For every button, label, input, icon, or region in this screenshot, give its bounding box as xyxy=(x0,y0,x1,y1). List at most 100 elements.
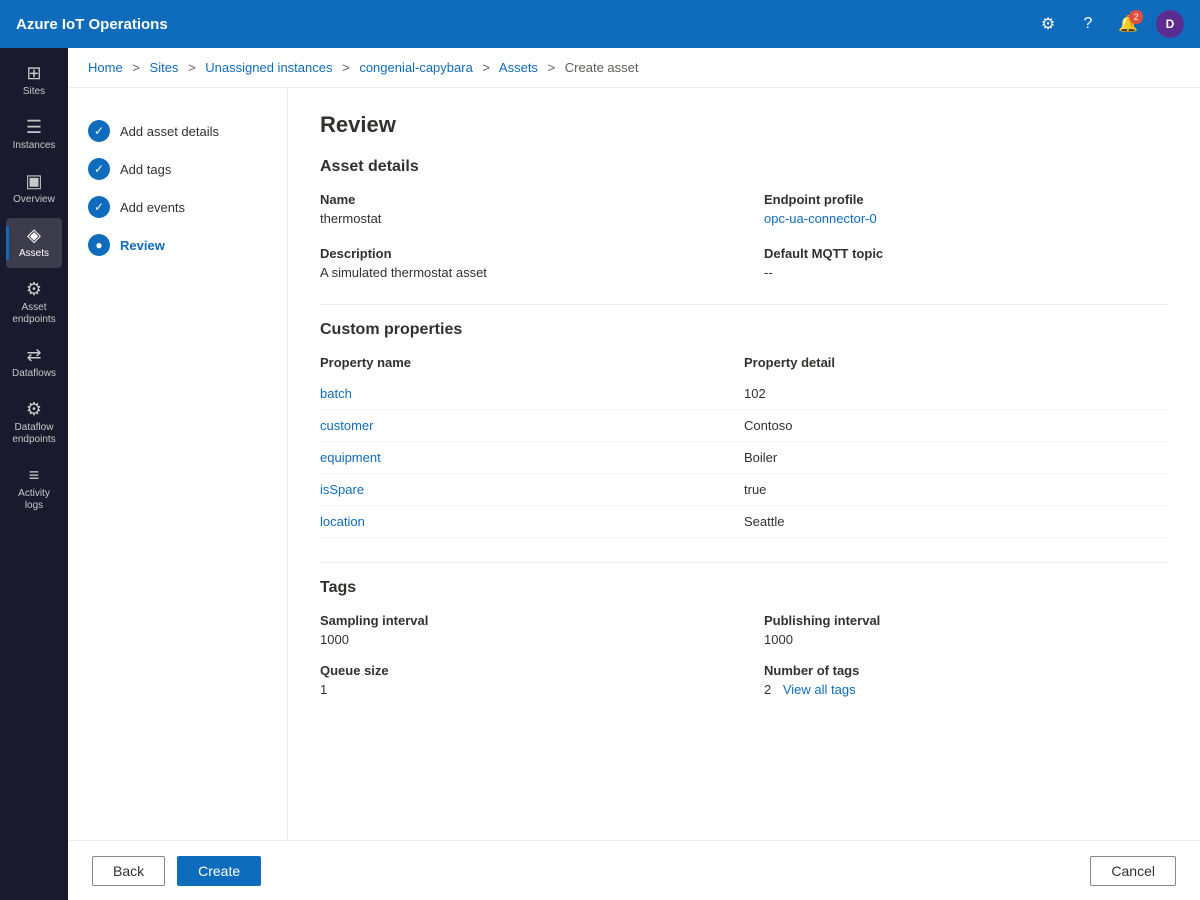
breadcrumb-congenial-capybara[interactable]: congenial-capybara xyxy=(359,60,472,75)
step-label-add-events: Add events xyxy=(120,200,185,215)
props-value-batch: 102 xyxy=(744,386,1168,401)
step-review[interactable]: ● Review xyxy=(88,226,267,264)
tag-publishing-interval-value: 1000 xyxy=(764,632,1168,647)
tag-sampling-interval-value: 1000 xyxy=(320,632,724,647)
tag-number-of-tags: Number of tags 2 View all tags xyxy=(764,663,1168,697)
breadcrumb: Home > Sites > Unassigned instances > co… xyxy=(68,48,1200,88)
tag-number-of-tags-value: 2 View all tags xyxy=(764,682,1168,697)
breadcrumb-assets[interactable]: Assets xyxy=(499,60,538,75)
help-icon[interactable]: ? xyxy=(1076,12,1100,36)
breadcrumb-unassigned-instances[interactable]: Unassigned instances xyxy=(205,60,332,75)
step-add-asset-details[interactable]: ✓ Add asset details xyxy=(88,112,267,150)
detail-name-value: thermostat xyxy=(320,211,724,226)
detail-endpoint-profile: Endpoint profile opc-ua-connector-0 xyxy=(764,192,1168,226)
back-button[interactable]: Back xyxy=(92,856,165,886)
props-key-location: location xyxy=(320,514,744,529)
tags-section-title: Tags xyxy=(320,579,1168,597)
step-label-add-tags: Add tags xyxy=(120,162,171,177)
detail-description-value: A simulated thermostat asset xyxy=(320,265,724,280)
topnav-icons: ⚙ ? 🔔 2 D xyxy=(1036,10,1184,38)
props-value-isspare: true xyxy=(744,482,1168,497)
asset-details-title: Asset details xyxy=(320,158,1168,176)
breadcrumb-current: Create asset xyxy=(565,60,639,75)
tag-queue-size-value: 1 xyxy=(320,682,724,697)
props-row-location: location Seattle xyxy=(320,506,1168,538)
detail-default-mqtt: Default MQTT topic -- xyxy=(764,246,1168,280)
props-row-customer: customer Contoso xyxy=(320,410,1168,442)
props-header-detail: Property detail xyxy=(744,355,1168,370)
sidebar-item-assets[interactable]: ◈ Assets xyxy=(6,218,62,268)
review-title: Review xyxy=(320,112,1168,138)
review-content: Review Asset details Name thermostat End… xyxy=(288,88,1200,840)
props-key-customer: customer xyxy=(320,418,744,433)
sites-icon: ⊞ xyxy=(26,64,41,82)
props-header-name: Property name xyxy=(320,355,744,370)
props-row-equipment: equipment Boiler xyxy=(320,442,1168,474)
step-label-review: Review xyxy=(120,238,165,253)
breadcrumb-sites[interactable]: Sites xyxy=(150,60,179,75)
step-add-events[interactable]: ✓ Add events xyxy=(88,188,267,226)
steps-panel: ✓ Add asset details ✓ Add tags ✓ Add eve… xyxy=(68,88,288,840)
detail-name: Name thermostat xyxy=(320,192,724,226)
detail-endpoint-profile-label: Endpoint profile xyxy=(764,192,1168,207)
notification-badge: 2 xyxy=(1129,10,1143,24)
detail-description-label: Description xyxy=(320,246,724,261)
step-icon-add-asset-details: ✓ xyxy=(88,120,110,142)
props-row-batch: batch 102 xyxy=(320,378,1168,410)
tag-queue-size: Queue size 1 xyxy=(320,663,724,697)
props-key-equipment: equipment xyxy=(320,450,744,465)
sidebar-label-overview: Overview xyxy=(13,194,55,206)
props-value-equipment: Boiler xyxy=(744,450,1168,465)
sidebar-item-sites[interactable]: ⊞ Sites xyxy=(6,56,62,106)
tags-grid: Sampling interval 1000 Publishing interv… xyxy=(320,613,1168,697)
custom-properties-section: Property name Property detail batch 102 … xyxy=(320,355,1168,538)
tag-sampling-interval-label: Sampling interval xyxy=(320,613,724,628)
detail-endpoint-profile-value: opc-ua-connector-0 xyxy=(764,211,1168,226)
overview-icon: ▣ xyxy=(25,172,42,190)
breadcrumb-home[interactable]: Home xyxy=(88,60,123,75)
tag-queue-size-label: Queue size xyxy=(320,663,724,678)
sidebar-item-dataflow-endpoints[interactable]: ⚙ Dataflow endpoints xyxy=(6,392,62,454)
footer: Back Create Cancel xyxy=(68,840,1200,900)
assets-icon: ◈ xyxy=(27,226,41,244)
divider-1 xyxy=(320,304,1168,305)
divider-2 xyxy=(320,562,1168,563)
detail-default-mqtt-value: -- xyxy=(764,265,1168,280)
sidebar-label-dataflows: Dataflows xyxy=(12,368,56,380)
detail-name-label: Name xyxy=(320,192,724,207)
props-value-customer: Contoso xyxy=(744,418,1168,433)
step-label-add-asset-details: Add asset details xyxy=(120,124,219,139)
sidebar-label-instances: Instances xyxy=(13,140,56,152)
notifications-icon[interactable]: 🔔 2 xyxy=(1116,12,1140,36)
props-header: Property name Property detail xyxy=(320,355,1168,370)
detail-description: Description A simulated thermostat asset xyxy=(320,246,724,280)
instances-icon: ☰ xyxy=(26,118,42,136)
sidebar-item-dataflows[interactable]: ⇄ Dataflows xyxy=(6,338,62,388)
sidebar-item-instances[interactable]: ☰ Instances xyxy=(6,110,62,160)
asset-details-grid: Name thermostat Endpoint profile opc-ua-… xyxy=(320,192,1168,280)
tag-sampling-interval: Sampling interval 1000 xyxy=(320,613,724,647)
page-body: ✓ Add asset details ✓ Add tags ✓ Add eve… xyxy=(68,88,1200,840)
top-navigation: Azure IoT Operations ⚙ ? 🔔 2 D xyxy=(0,0,1200,48)
asset-endpoints-icon: ⚙ xyxy=(26,280,42,298)
settings-icon[interactable]: ⚙ xyxy=(1036,12,1060,36)
dataflow-endpoints-icon: ⚙ xyxy=(26,400,42,418)
create-button[interactable]: Create xyxy=(177,856,261,886)
dataflows-icon: ⇄ xyxy=(26,346,41,364)
content-area: Home > Sites > Unassigned instances > co… xyxy=(68,48,1200,900)
cancel-button[interactable]: Cancel xyxy=(1090,856,1176,886)
view-all-tags-link[interactable]: View all tags xyxy=(783,682,856,697)
app-title: Azure IoT Operations xyxy=(16,16,1036,33)
sidebar-item-overview[interactable]: ▣ Overview xyxy=(6,164,62,214)
sidebar-item-activity-logs[interactable]: ≡ Activity logs xyxy=(6,458,62,520)
avatar[interactable]: D xyxy=(1156,10,1184,38)
step-add-tags[interactable]: ✓ Add tags xyxy=(88,150,267,188)
props-row-isspare: isSpare true xyxy=(320,474,1168,506)
detail-default-mqtt-label: Default MQTT topic xyxy=(764,246,1168,261)
sidebar-label-asset-endpoints: Asset endpoints xyxy=(10,302,58,326)
step-icon-add-events: ✓ xyxy=(88,196,110,218)
sidebar-label-sites: Sites xyxy=(23,86,45,98)
step-icon-review: ● xyxy=(88,234,110,256)
sidebar-label-dataflow-endpoints: Dataflow endpoints xyxy=(10,422,58,446)
sidebar-item-asset-endpoints[interactable]: ⚙ Asset endpoints xyxy=(6,272,62,334)
